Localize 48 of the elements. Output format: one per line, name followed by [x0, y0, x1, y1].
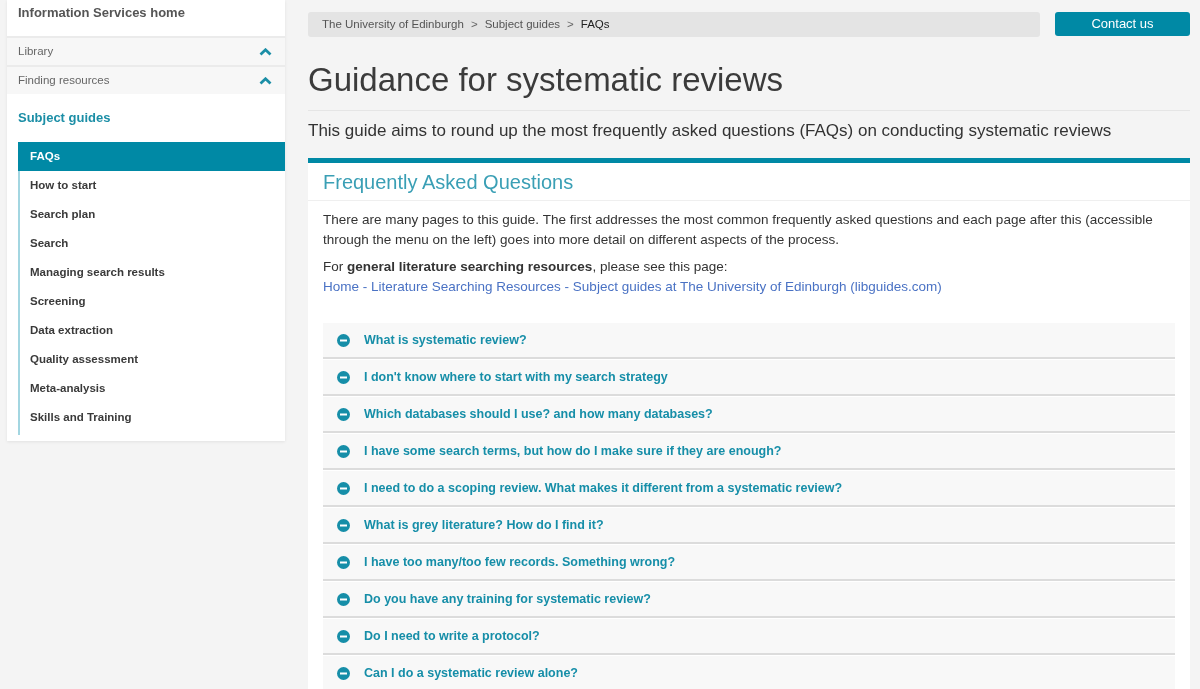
- guide-page-link[interactable]: Data extraction: [20, 316, 285, 345]
- chevron-up-icon: [259, 76, 272, 85]
- page-title: Guidance for systematic reviews: [308, 60, 783, 100]
- faq-question-button[interactable]: I have some search terms, but how do I make sure if they are enough?: [323, 434, 1175, 470]
- faq-question-button[interactable]: I need to do a scoping review. What makes it different from a systematic review?: [323, 471, 1175, 507]
- resource-link[interactable]: Home - Literature Searching Resources - Subject guides at The University of Edinburgh (libguides.com): [323, 279, 942, 294]
- faq-question-button[interactable]: What is systematic review?: [323, 323, 1175, 359]
- minus-circle-icon: [337, 444, 350, 458]
- page-subtitle: This guide aims to round up the most frequently asked questions (FAQs) on conducting systematic reviews: [308, 120, 1113, 142]
- minus-circle-icon: [337, 333, 350, 347]
- faq-question-button[interactable]: Do you have any training for systematic review?: [323, 582, 1175, 618]
- chevron-up-icon: [259, 47, 272, 56]
- minus-circle-icon: [337, 370, 350, 384]
- guide-page-link[interactable]: Meta-analysis: [20, 374, 285, 403]
- faq-panel-title: Frequently Asked Questions: [323, 171, 574, 193]
- minus-circle-icon: [337, 555, 350, 569]
- sidebar-section-link[interactable]: Finding resources: [7, 65, 285, 94]
- breadcrumb-link[interactable]: Subject guides: [484, 15, 561, 34]
- minus-circle-icon: [337, 481, 350, 495]
- minus-circle-icon: [337, 629, 350, 643]
- intro-paragraph: There are many pages to this guide. The first addresses the most common frequently asked questions and each page after this (accessible through the menu on the left) goes into more detail on different aspects of the process.: [323, 211, 1154, 249]
- breadcrumb-separator: >: [470, 16, 478, 32]
- sidebar-section-link[interactable]: Library: [7, 36, 285, 65]
- guide-page-link[interactable]: How to start: [20, 171, 285, 200]
- faq-question-button[interactable]: I have too many/too few records. Something wrong?: [323, 545, 1175, 581]
- intro-paragraph: For general literature searching resources, please see this page: Home - Literature Searching Resources - Subject guides at The University of Edinburgh (libguides.com): [323, 258, 943, 296]
- guide-title-link[interactable]: Subject guides: [18, 110, 111, 125]
- minus-circle-icon: [337, 666, 350, 680]
- breadcrumb-current: FAQs: [580, 16, 610, 32]
- home-link[interactable]: Information Services home: [18, 5, 185, 20]
- minus-circle-icon: [337, 407, 350, 421]
- faq-question-button[interactable]: Which databases should I use? and how many databases?: [323, 397, 1175, 433]
- breadcrumb-separator: >: [567, 16, 574, 32]
- breadcrumb-link[interactable]: The University of Edinburgh: [322, 15, 464, 34]
- faq-question-button[interactable]: I don't know where to start with my search strategy: [323, 360, 1175, 396]
- guide-page-link[interactable]: Quality assessment: [20, 345, 285, 374]
- minus-circle-icon: [337, 518, 350, 532]
- faq-question-button[interactable]: Do I need to write a protocol?: [323, 619, 1175, 655]
- guide-page-link[interactable]: Search plan: [20, 200, 285, 229]
- guide-page-link[interactable]: FAQs: [18, 142, 285, 171]
- contact-us-button[interactable]: Contact us: [1055, 12, 1190, 36]
- guide-page-link[interactable]: Screening: [20, 287, 285, 316]
- guide-page-link[interactable]: Managing search results: [20, 258, 285, 287]
- minus-circle-icon: [337, 592, 350, 606]
- guide-page-link[interactable]: Skills and Training: [20, 403, 285, 432]
- guide-page-link[interactable]: Search: [20, 229, 285, 258]
- faq-question-button[interactable]: What is grey literature? How do I find it?: [323, 508, 1175, 544]
- faq-question-button[interactable]: Can I do a systematic review alone?: [323, 656, 1175, 689]
